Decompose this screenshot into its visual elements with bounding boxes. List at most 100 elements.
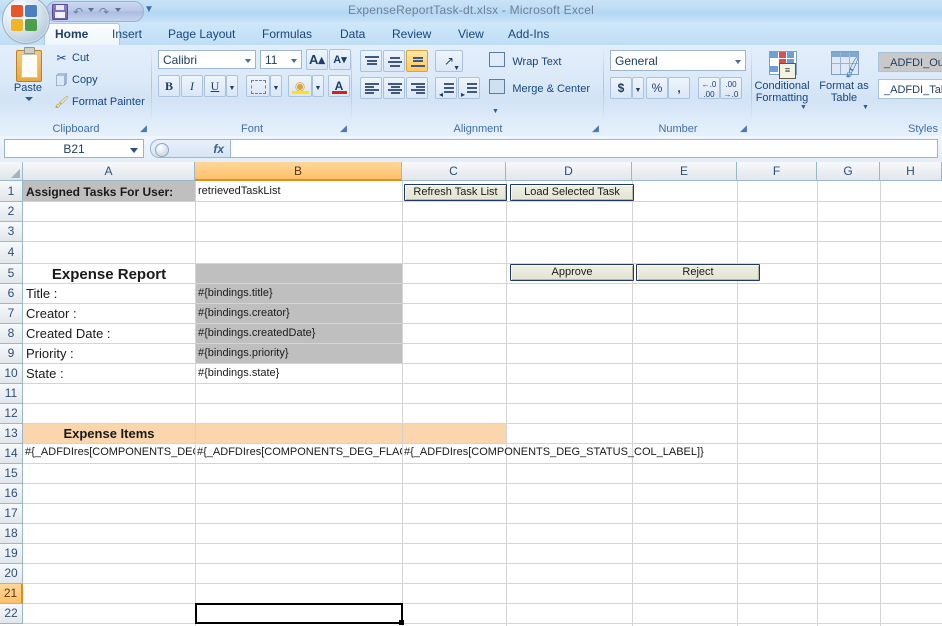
- underline-button[interactable]: U: [204, 75, 226, 97]
- cell-b8[interactable]: #{bindings.priority}: [198, 347, 289, 359]
- row-header-13[interactable]: 13: [0, 424, 23, 444]
- cell-a7[interactable]: Created Date :: [26, 326, 111, 341]
- borders-dropdown-icon[interactable]: ▼: [270, 75, 282, 97]
- row-header-21[interactable]: 21: [0, 584, 23, 604]
- decrease-decimal-button[interactable]: .00 →.0: [720, 77, 742, 99]
- increase-indent-button[interactable]: ▸: [458, 77, 480, 99]
- row-header-9[interactable]: 9: [0, 344, 23, 364]
- insert-function-area[interactable]: fx: [150, 139, 230, 158]
- middle-align-button[interactable]: [383, 50, 405, 72]
- row-header-17[interactable]: 17: [0, 504, 23, 524]
- row-header-12[interactable]: 12: [0, 404, 23, 424]
- tab-add-ins[interactable]: Add-Ins: [498, 23, 559, 45]
- copy-button[interactable]: 🗍 Copy: [52, 71, 98, 90]
- row-header-22[interactable]: 22: [0, 604, 23, 624]
- conditional-formatting-button[interactable]: ≡ Conditional Formatting ▼: [752, 48, 812, 114]
- load-selected-task-button[interactable]: Load Selected Task: [510, 184, 634, 201]
- clipboard-dialog-launcher-icon[interactable]: ◢: [138, 123, 149, 134]
- chevron-down-icon[interactable]: ▼: [800, 104, 807, 111]
- font-name-select[interactable]: Calibri: [158, 50, 256, 69]
- row-header-14[interactable]: 14: [0, 444, 23, 464]
- tab-page-layout[interactable]: Page Layout: [158, 23, 245, 45]
- column-header-d[interactable]: D: [506, 162, 632, 181]
- cut-button[interactable]: ✂ Cut: [52, 49, 89, 68]
- font-color-button[interactable]: A: [328, 75, 350, 97]
- refresh-task-list-button[interactable]: Refresh Task List: [404, 184, 507, 201]
- underline-dropdown-icon[interactable]: ▼: [226, 75, 238, 97]
- formula-collapse-icon[interactable]: [155, 143, 169, 157]
- increase-decimal-button[interactable]: ←.0.00: [698, 77, 720, 99]
- italic-button[interactable]: I: [181, 75, 203, 97]
- shrink-font-button[interactable]: A▾: [329, 49, 351, 70]
- fill-color-button[interactable]: ◉: [288, 75, 312, 97]
- decrease-indent-button[interactable]: ◂: [435, 77, 457, 99]
- row-header-18[interactable]: 18: [0, 524, 23, 544]
- align-right-button[interactable]: [406, 77, 428, 99]
- cell-style-adfdi-output[interactable]: _ADFDI_Out: [878, 52, 942, 72]
- format-painter-button[interactable]: 🖌 Format Painter: [52, 93, 145, 112]
- center-align-button[interactable]: [383, 77, 405, 99]
- cell-a1[interactable]: Assigned Tasks For User:: [26, 185, 173, 199]
- cell-a8[interactable]: Priority :: [26, 346, 74, 361]
- tab-insert[interactable]: Insert: [102, 23, 152, 45]
- font-size-select[interactable]: 11: [260, 50, 302, 69]
- accounting-dropdown-icon[interactable]: ▼: [632, 77, 644, 99]
- row-header-3[interactable]: 3: [0, 222, 23, 242]
- row-header-15[interactable]: 15: [0, 464, 23, 484]
- row-header-19[interactable]: 19: [0, 544, 23, 564]
- formula-input[interactable]: [230, 139, 938, 158]
- fill-handle[interactable]: [399, 620, 404, 625]
- cell-style-adfdi-table[interactable]: _ADFDI_Tab: [878, 79, 942, 99]
- top-align-button[interactable]: [360, 50, 382, 72]
- select-all-button[interactable]: [0, 162, 23, 181]
- row-header-20[interactable]: 20: [0, 564, 23, 584]
- wrap-text-button[interactable]: Wrap Text: [486, 50, 598, 72]
- column-header-b[interactable]: B: [195, 162, 402, 181]
- cell-a6[interactable]: Creator :: [26, 306, 77, 321]
- cell-a4[interactable]: Expense Report: [23, 266, 195, 283]
- row-header-4[interactable]: 4: [0, 242, 23, 264]
- font-dialog-launcher-icon[interactable]: ◢: [338, 123, 349, 134]
- column-header-h[interactable]: H: [880, 162, 942, 181]
- bottom-align-button[interactable]: [406, 50, 428, 72]
- tab-formulas[interactable]: Formulas: [252, 23, 322, 45]
- cell-a12[interactable]: Expense Items: [23, 426, 195, 441]
- fill-color-dropdown-icon[interactable]: ▼: [312, 75, 324, 97]
- undo-icon[interactable]: ↶: [73, 5, 83, 19]
- redo-dropdown-icon[interactable]: [115, 8, 121, 12]
- column-header-f[interactable]: F: [737, 162, 817, 181]
- cell-b5[interactable]: #{bindings.title}: [198, 287, 273, 299]
- customize-qat-icon[interactable]: ▼: [144, 4, 154, 15]
- row-header-10[interactable]: 10: [0, 364, 23, 384]
- merge-center-button[interactable]: Merge & Center ▼: [486, 77, 602, 115]
- cell-a5[interactable]: Title :: [26, 286, 57, 301]
- column-header-c[interactable]: C: [402, 162, 506, 181]
- redo-icon[interactable]: ↷: [99, 5, 109, 19]
- cell-b6[interactable]: #{bindings.creator}: [198, 307, 290, 319]
- tab-view[interactable]: View: [448, 23, 494, 45]
- cell-b1[interactable]: retrievedTaskList: [198, 185, 281, 197]
- grow-font-button[interactable]: A▴: [306, 49, 328, 70]
- row-header-6[interactable]: 6: [0, 284, 23, 304]
- orientation-button[interactable]: ↗ ▼: [435, 50, 463, 72]
- percent-style-button[interactable]: %: [646, 77, 668, 99]
- row-header-5[interactable]: 5: [0, 264, 23, 284]
- align-left-button[interactable]: [360, 77, 382, 99]
- bold-button[interactable]: B: [158, 75, 180, 97]
- save-icon[interactable]: [52, 4, 68, 20]
- cell-b13[interactable]: #{_ADFDIres[COMPONENTS_DEG_FLAGG: [197, 446, 402, 458]
- cell-c13[interactable]: #{_ADFDIres[COMPONENTS_DEG_STATUS_COL_LA…: [404, 446, 704, 458]
- cell-a13[interactable]: #{_ADFDIres[COMPONENTS_DEG_(: [25, 446, 195, 458]
- accounting-format-button[interactable]: $: [610, 77, 632, 99]
- tab-review[interactable]: Review: [382, 23, 441, 45]
- chevron-down-icon[interactable]: ▼: [492, 108, 499, 115]
- number-format-select[interactable]: General: [610, 50, 746, 71]
- format-as-table-button[interactable]: 🖌 Format as Table ▼: [814, 48, 874, 114]
- cell-a9[interactable]: State :: [26, 366, 64, 381]
- active-cell-selection[interactable]: [195, 603, 403, 624]
- chevron-down-icon[interactable]: ▼: [862, 104, 869, 111]
- cell-b9[interactable]: #{bindings.state}: [198, 367, 279, 379]
- alignment-dialog-launcher-icon[interactable]: ◢: [590, 123, 601, 134]
- name-box[interactable]: B21: [4, 139, 144, 158]
- comma-style-button[interactable]: ,: [668, 77, 690, 99]
